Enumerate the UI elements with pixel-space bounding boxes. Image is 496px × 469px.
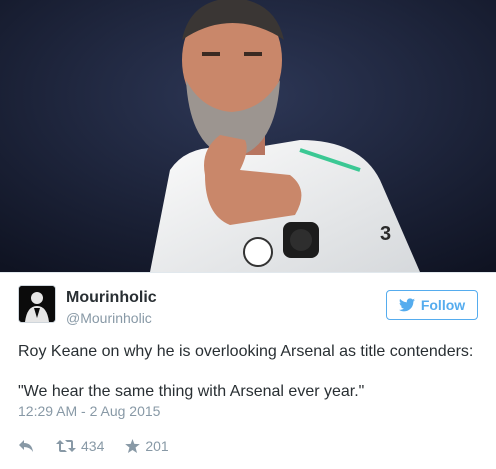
avatar[interactable] (18, 285, 56, 323)
user-handle[interactable]: @Mourinholic (66, 310, 152, 326)
photo-image: 3 (0, 0, 496, 272)
svg-text:3: 3 (380, 223, 391, 245)
user-display-name[interactable]: Mourinholic (66, 289, 157, 307)
retweet-button[interactable]: 434 (56, 438, 104, 454)
star-icon (125, 439, 141, 453)
tweet-text-line-2: "We hear the same thing with Arsenal eve… (18, 383, 365, 400)
favorite-count: 201 (145, 438, 169, 454)
divider (0, 272, 496, 273)
tweet-text-line-1: Roy Keane on why he is overlooking Arsen… (18, 343, 474, 360)
tweet-timestamp[interactable]: 12:29 AM - 2 Aug 2015 (18, 403, 160, 419)
tweet-photo[interactable]: 3 (0, 0, 496, 272)
tweet-actions: 434 201 (18, 436, 169, 456)
avatar-silhouette-icon (19, 286, 55, 322)
favorite-button[interactable]: 201 (125, 438, 169, 454)
tweet-text: Roy Keane on why he is overlooking Arsen… (18, 342, 488, 402)
retweet-icon (56, 439, 76, 453)
follow-button[interactable]: Follow (386, 290, 478, 320)
tweet-card: 3 Mourinholic @Mourinholic Follow Roy Ke… (0, 0, 496, 469)
follow-button-label: Follow (420, 297, 466, 313)
retweet-count: 434 (81, 438, 105, 454)
reply-icon (18, 439, 34, 453)
twitter-bird-icon (398, 298, 415, 312)
reply-button[interactable] (18, 439, 34, 453)
